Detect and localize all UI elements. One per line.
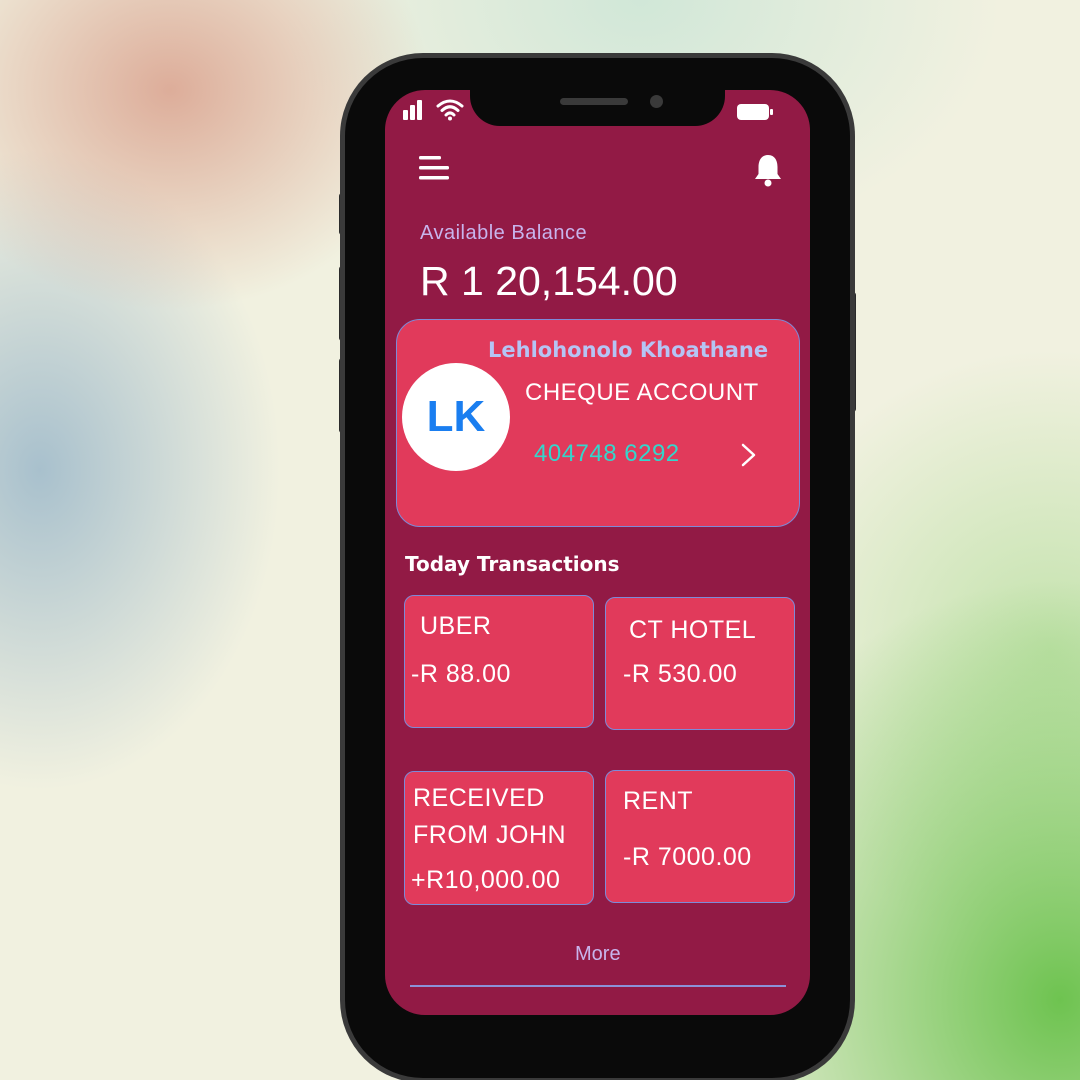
wifi-icon — [436, 99, 464, 121]
bottom-divider — [410, 985, 786, 987]
chevron-right-icon[interactable] — [738, 441, 760, 469]
transaction-name: UBER — [420, 612, 492, 640]
transaction-name: RENT — [623, 787, 694, 815]
transaction-card-received-from-john[interactable]: RECEIVED FROM JOHN +R10,000.00 — [404, 771, 594, 905]
transaction-amount: +R10,000.00 — [411, 866, 561, 894]
transaction-name-line1: RECEIVED — [413, 784, 545, 812]
hamburger-menu-icon[interactable] — [419, 156, 451, 182]
transaction-card-uber[interactable]: UBER -R 88.00 — [404, 595, 594, 728]
phone-speaker — [560, 98, 628, 105]
avatar-initials: LK — [426, 392, 486, 441]
signal-bars-icon — [403, 100, 422, 120]
transaction-amount: -R 530.00 — [623, 660, 738, 688]
transaction-amount: -R 88.00 — [411, 660, 511, 688]
transaction-card-ct-hotel[interactable]: CT HOTEL -R 530.00 — [605, 597, 795, 730]
avatar: LK — [402, 363, 510, 471]
account-holder-name: Lehlohonolo Khoathane — [488, 338, 769, 362]
transaction-amount: -R 7000.00 — [623, 843, 752, 871]
transaction-name-line2: FROM JOHN — [413, 821, 567, 849]
account-number: 404748 6292 — [534, 440, 680, 467]
more-link[interactable]: More — [575, 943, 621, 966]
transactions-title: Today Transactions — [405, 552, 620, 576]
phone-notch — [470, 84, 725, 126]
front-camera — [650, 95, 663, 108]
bell-icon[interactable] — [753, 153, 783, 188]
battery-icon — [737, 104, 773, 120]
balance-amount: R 1 20,154.00 — [420, 258, 678, 304]
transaction-name: CT HOTEL — [629, 616, 757, 644]
transaction-card-rent[interactable]: RENT -R 7000.00 — [605, 770, 795, 903]
balance-label: Available Balance — [420, 222, 588, 244]
account-type: CHEQUE ACCOUNT — [525, 379, 759, 406]
